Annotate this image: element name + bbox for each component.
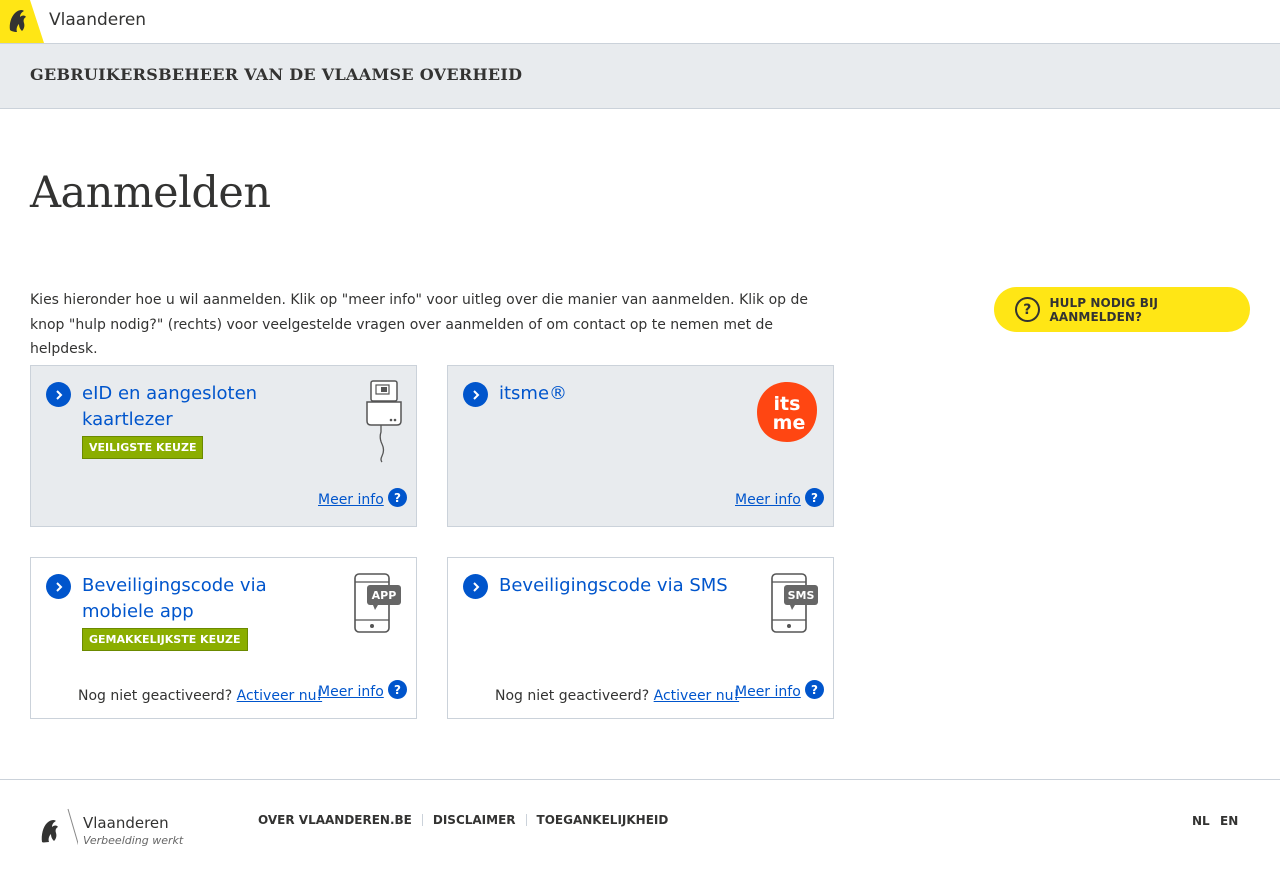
top-header: Vlaanderen [0, 0, 1280, 44]
activate-link[interactable]: Activeer nu! [654, 688, 739, 704]
footer-tagline: Verbeelding werkt [83, 834, 184, 847]
site-header: GEBRUIKERSBEHEER VAN DE VLAAMSE OVERHEID [0, 44, 1280, 109]
chevron-right-icon [46, 574, 71, 599]
sms-label: SMS [788, 589, 815, 602]
help-circle-icon[interactable]: ? [388, 488, 407, 507]
option-title: eID en aangesloten kaartlezer [82, 383, 258, 430]
option-title: itsme® [499, 383, 568, 404]
chevron-right-icon [463, 382, 488, 407]
footer-link-accessibility[interactable]: TOEGANKELIJKHEID [537, 813, 669, 827]
activate-prompt: Nog niet geactiveerd? Activeer nu! [78, 688, 322, 704]
language-nl[interactable]: NL [1192, 814, 1210, 828]
intro-text: Kies hieronder hoe u wil aanmelden. Klik… [30, 292, 808, 357]
help-circle-icon[interactable]: ? [388, 680, 407, 699]
activate-text: Nog niet geactiveerd? [495, 688, 654, 704]
footer-brand[interactable]: Vlaanderen [83, 814, 169, 832]
help-circle-icon[interactable]: ? [805, 488, 824, 507]
footer-link-about[interactable]: OVER VLAANDEREN.BE [258, 813, 412, 827]
activate-link[interactable]: Activeer nu! [237, 688, 322, 704]
login-option-sms[interactable]: Beveiligingscode via SMS SMS Nog niet ge… [447, 557, 834, 719]
vlaanderen-lion-logo[interactable] [38, 808, 83, 858]
phone-sms-icon: SMS [770, 572, 820, 640]
help-circle-icon[interactable]: ? [805, 680, 824, 699]
option-title: Beveiligingscode via mobiele app [82, 575, 267, 622]
vlaanderen-lion-logo[interactable] [0, 0, 44, 43]
safest-choice-badge: VEILIGSTE KEUZE [82, 436, 204, 459]
footer-links: OVER VLAANDEREN.BE DISCLAIMER TOEGANKELI… [258, 813, 668, 827]
login-option-mobile-app[interactable]: Beveiligingscode via mobiele app GEMAKKE… [30, 557, 417, 719]
language-en[interactable]: EN [1220, 814, 1238, 828]
chevron-right-icon [46, 382, 71, 407]
divider [421, 814, 423, 826]
help-button[interactable]: ? HULP NODIG BIJ AANMELDEN? [994, 287, 1250, 332]
more-info-link[interactable]: Meer info [318, 684, 384, 700]
activate-prompt: Nog niet geactiveerd? Activeer nu! [495, 688, 739, 704]
card-reader-icon [364, 380, 404, 468]
brand-name[interactable]: Vlaanderen [49, 10, 146, 30]
question-icon: ? [1015, 297, 1040, 322]
more-info-link[interactable]: Meer info [735, 492, 801, 508]
option-title: Beveiligingscode via SMS [499, 575, 728, 596]
page-title: Aanmelden [30, 168, 271, 218]
login-option-itsme[interactable]: itsme® its me Meer info ? [447, 365, 834, 527]
footer-link-disclaimer[interactable]: DISCLAIMER [433, 813, 516, 827]
more-info-link[interactable]: Meer info [318, 492, 384, 508]
divider [525, 814, 527, 826]
itsme-logo-text-2: me [773, 412, 806, 434]
footer: Vlaanderen Verbeelding werkt OVER VLAAND… [0, 779, 1280, 880]
easiest-choice-badge: GEMAKKELIJKSTE KEUZE [82, 628, 248, 651]
more-info-link[interactable]: Meer info [735, 684, 801, 700]
site-title[interactable]: GEBRUIKERSBEHEER VAN DE VLAAMSE OVERHEID [30, 65, 522, 84]
app-label: APP [372, 589, 397, 602]
help-button-label: HULP NODIG BIJ AANMELDEN? [1049, 295, 1159, 324]
phone-app-icon: APP [353, 572, 403, 640]
activate-text: Nog niet geactiveerd? [78, 688, 237, 704]
itsme-logo: its me [755, 380, 819, 448]
chevron-right-icon [463, 574, 488, 599]
login-option-eid[interactable]: eID en aangesloten kaartlezer VEILIGSTE … [30, 365, 417, 527]
